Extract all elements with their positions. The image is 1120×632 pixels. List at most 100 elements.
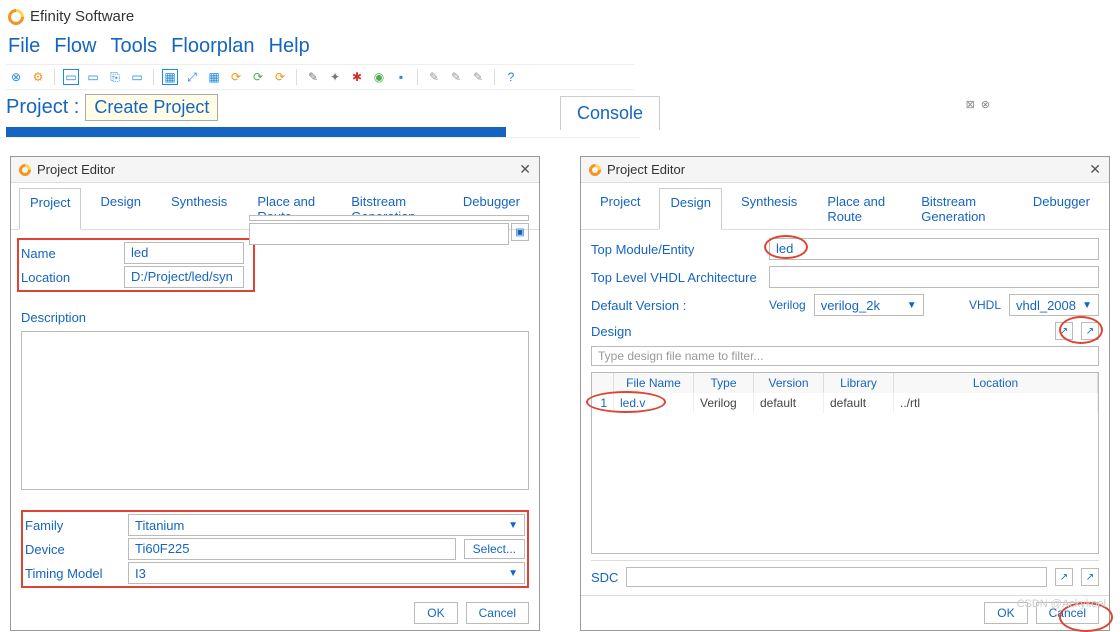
col-version[interactable]: Version: [754, 373, 824, 393]
default-version-label: Default Version :: [591, 298, 761, 313]
menu-file[interactable]: File: [8, 35, 40, 58]
ok-button[interactable]: OK: [414, 602, 457, 624]
chevron-down-icon: ▼: [907, 300, 917, 311]
sdc-label: SDC: [591, 570, 618, 585]
sdc-input[interactable]: [626, 567, 1047, 587]
close-icon[interactable]: ✕: [519, 161, 531, 178]
top-module-input[interactable]: led: [769, 238, 1099, 260]
menu-floorplan[interactable]: Floorplan: [171, 35, 254, 58]
verilog-dropdown[interactable]: verilog_2k▼: [814, 294, 924, 316]
row-type: Verilog: [694, 393, 754, 413]
tab-project[interactable]: Project: [589, 187, 651, 229]
row-location: ../rtl: [894, 393, 1098, 413]
create-project-tooltip[interactable]: Create Project: [85, 94, 218, 121]
location-input[interactable]: D:/Project/led/syn: [124, 266, 244, 288]
menu-tools[interactable]: Tools: [110, 35, 157, 58]
top-arch-input[interactable]: [769, 266, 1099, 288]
description-label: Description: [21, 310, 116, 325]
cancel-button[interactable]: Cancel: [466, 602, 529, 624]
gear-icon[interactable]: ⚙: [30, 69, 46, 85]
select-device-button[interactable]: Select...: [464, 539, 525, 559]
sync-icon[interactable]: ⟳: [272, 69, 288, 85]
dialog-logo-icon: [589, 164, 601, 176]
vhdl-dropdown[interactable]: vhdl_2008▼: [1009, 294, 1099, 316]
separator: [153, 69, 154, 85]
col-type[interactable]: Type: [694, 373, 754, 393]
menu-help[interactable]: Help: [269, 35, 310, 58]
circle-icon[interactable]: ◉: [371, 69, 387, 85]
fit-icon[interactable]: ⤢: [184, 69, 200, 85]
project-row: Project : Create Project: [6, 90, 634, 125]
remove-design-icon[interactable]: ↗: [1081, 322, 1099, 340]
project-bar: [6, 127, 506, 137]
tab-synthesis[interactable]: Synthesis: [730, 187, 808, 229]
close-panel-icon[interactable]: ⊗: [981, 98, 990, 111]
family-dropdown[interactable]: Titanium▼: [128, 514, 525, 536]
col-filename[interactable]: File Name: [614, 373, 694, 393]
col-library[interactable]: Library: [824, 373, 894, 393]
tab-design[interactable]: Design: [89, 187, 151, 229]
refresh-icon[interactable]: ⟳: [250, 69, 266, 85]
folder-open-icon[interactable]: ▭: [63, 69, 79, 85]
location-label: Location: [21, 270, 116, 285]
name-label: Name: [21, 246, 116, 261]
dialog-title: Project Editor: [37, 162, 115, 177]
folder-icon[interactable]: ▭: [85, 69, 101, 85]
chevron-down-icon: ▼: [1082, 300, 1092, 311]
close-icon[interactable]: ⊗: [8, 69, 24, 85]
family-label: Family: [25, 518, 120, 533]
menu-flow[interactable]: Flow: [54, 35, 96, 58]
attach-icon[interactable]: ✎: [426, 69, 442, 85]
tab-project[interactable]: Project: [19, 188, 81, 230]
verilog-label: Verilog: [769, 298, 806, 312]
app-title: Efinity Software: [6, 4, 634, 29]
tab-bitstream[interactable]: Bitstream Generation: [910, 187, 1014, 229]
col-idx: [592, 373, 614, 393]
timing-dropdown[interactable]: I3▼: [128, 562, 525, 584]
chevron-down-icon: ▼: [508, 520, 518, 531]
project-editor-dialog-1: Project Editor ✕ Project Design Synthesi…: [10, 156, 540, 631]
col-location[interactable]: Location: [894, 373, 1098, 393]
row-version: default: [754, 393, 824, 413]
project-label: Project :: [6, 96, 79, 119]
tab-synthesis[interactable]: Synthesis: [160, 187, 238, 229]
design-filter-input[interactable]: Type design file name to filter...: [591, 346, 1099, 366]
new-file-icon[interactable]: ⎘: [107, 69, 123, 85]
row-filename: led.v: [614, 393, 694, 413]
watermark: CSDN @Ackykoel: [1017, 598, 1106, 610]
console-tab[interactable]: Console: [560, 96, 660, 130]
browse-location-icon[interactable]: ▣: [511, 223, 529, 241]
save-icon[interactable]: ▭: [129, 69, 145, 85]
location-input-ext[interactable]: [249, 223, 509, 245]
name-input[interactable]: led: [124, 242, 244, 264]
separator: [296, 69, 297, 85]
vhdl-label: VHDL: [969, 298, 1001, 312]
help-icon[interactable]: ?: [503, 69, 519, 85]
tab-place-route[interactable]: Place and Route: [816, 187, 902, 229]
annotation-box-2: Family Titanium▼ Device Ti60F225 Select.…: [21, 510, 529, 588]
magic-icon[interactable]: ✦: [327, 69, 343, 85]
add-sdc-icon[interactable]: ↗: [1055, 568, 1073, 586]
attach2-icon[interactable]: ✎: [448, 69, 464, 85]
close-icon[interactable]: ✕: [1089, 161, 1101, 178]
toolbar: ⊗ ⚙ ▭ ▭ ⎘ ▭ ▦ ⤢ ▦ ⟳ ⟳ ⟳ ✎ ✦ ✱ ◉ ▪ ✎ ✎ ✎ …: [6, 64, 634, 90]
script-icon[interactable]: ▪: [393, 69, 409, 85]
detach-icon[interactable]: ⊠: [966, 98, 975, 111]
tab-design[interactable]: Design: [659, 188, 721, 230]
separator: [494, 69, 495, 85]
name-input-ext[interactable]: [249, 215, 529, 221]
link-icon[interactable]: ⟳: [228, 69, 244, 85]
device-input[interactable]: Ti60F225: [128, 538, 456, 560]
bug-icon[interactable]: ✱: [349, 69, 365, 85]
dialog-logo-icon: [19, 164, 31, 176]
table-row[interactable]: 1 led.v Verilog default default ../rtl: [592, 393, 1098, 413]
grid-icon[interactable]: ▦: [206, 69, 222, 85]
wand-icon[interactable]: ✎: [305, 69, 321, 85]
description-textarea[interactable]: [21, 331, 529, 490]
layout-icon[interactable]: ▦: [162, 69, 178, 85]
attach3-icon[interactable]: ✎: [470, 69, 486, 85]
add-design-icon[interactable]: ↗: [1055, 322, 1073, 340]
chevron-down-icon: ▼: [508, 568, 518, 579]
tab-debugger[interactable]: Debugger: [1022, 187, 1101, 229]
remove-sdc-icon[interactable]: ↗: [1081, 568, 1099, 586]
